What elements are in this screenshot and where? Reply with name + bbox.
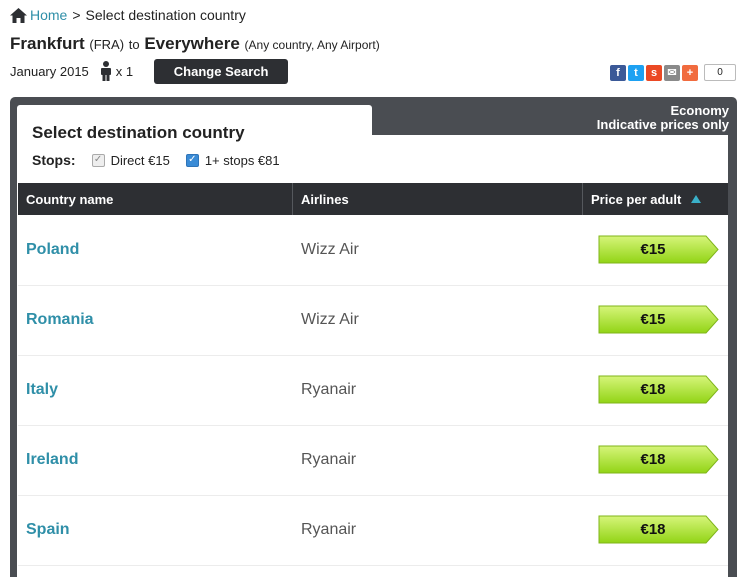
route-summary: Frankfurt (FRA) to Everywhere (Any count… [10,34,380,54]
header-divider [582,183,583,215]
airline-name: Wizz Air [301,311,359,328]
stumbleupon-icon[interactable]: s [646,64,662,81]
price-button[interactable]: €15 [598,235,719,264]
origin-code: (FRA) [89,37,125,52]
passenger-count: x 1 [115,63,134,79]
share-count: 0 [704,64,736,81]
breadcrumb: Home > Select destination country [10,7,246,23]
cabin-info: Economy Indicative prices only [597,104,729,132]
airline-name: Wizz Air [301,241,359,258]
table-row: Spain Ryanair €18 [18,495,728,566]
header-divider [292,183,293,215]
home-icon[interactable] [10,7,27,23]
tab-title: Select destination country [32,123,245,142]
passenger-icon [100,61,111,81]
cabin-class: Economy [670,103,729,118]
facebook-icon[interactable]: f [610,64,626,81]
twitter-icon[interactable]: t [628,64,644,81]
price-value: €18 [640,451,666,468]
stop-option-direct[interactable]: ✓ Direct €15 [91,152,170,168]
direct-checkbox[interactable]: ✓ [91,153,105,167]
table-row: Poland Wizz Air €15 [18,215,728,286]
stop-option-1plus[interactable]: ✓ 1+ stops €81 [185,152,280,168]
country-link[interactable]: Poland [26,241,79,259]
price-button[interactable]: €15 [598,305,719,334]
price-value: €18 [640,381,666,398]
airline-name: Ryanair [301,381,357,398]
header-price[interactable]: Price per adult [591,183,702,215]
table-row: Romania Wizz Air €15 [18,285,728,356]
email-icon[interactable]: ✉ [664,64,680,81]
destination-detail: (Any country, Any Airport) [244,38,380,52]
change-search-button[interactable]: Change Search [154,58,289,84]
breadcrumb-separator: > [72,7,81,23]
cabin-note: Indicative prices only [596,117,729,132]
country-link[interactable]: Ireland [26,451,78,469]
price-value: €15 [640,311,666,328]
country-link[interactable]: Italy [26,381,58,399]
table-row: Ireland Ryanair €18 [18,425,728,496]
price-value: €18 [640,521,666,538]
origin-city: Frankfurt [10,34,85,53]
destination-name: Everywhere [144,34,240,53]
more-icon[interactable]: + [682,64,698,81]
stops-label: Stops: [32,152,76,168]
route-to: to [128,37,140,52]
airline-name: Ryanair [301,451,357,468]
header-airlines[interactable]: Airlines [301,183,349,215]
one-plus-checkbox[interactable]: ✓ [185,153,199,167]
breadcrumb-home-link[interactable]: Home [30,7,67,23]
sort-ascending-icon[interactable] [691,195,702,203]
tab-select-destination[interactable]: Select destination country [17,105,372,145]
price-button[interactable]: €18 [598,445,719,474]
table-row: Italy Ryanair €18 [18,355,728,426]
header-country[interactable]: Country name [26,183,113,215]
airline-name: Ryanair [301,521,357,538]
header-price-label: Price per adult [591,191,682,207]
travel-date: January 2015 [10,63,89,79]
price-value: €15 [640,241,666,258]
country-link[interactable]: Romania [26,311,94,329]
one-plus-label: 1+ stops €81 [204,152,280,168]
country-link[interactable]: Spain [26,521,70,539]
direct-label: Direct €15 [110,152,170,168]
table-header: Country name Airlines Price per adult [18,183,728,215]
share-bar: f t s ✉ + 0 [610,64,736,81]
breadcrumb-current: Select destination country [85,7,246,23]
price-button[interactable]: €18 [598,375,719,404]
stops-filter: Stops: ✓ Direct €15 ✓ 1+ stops €81 [32,152,296,168]
price-button[interactable]: €18 [598,515,719,544]
